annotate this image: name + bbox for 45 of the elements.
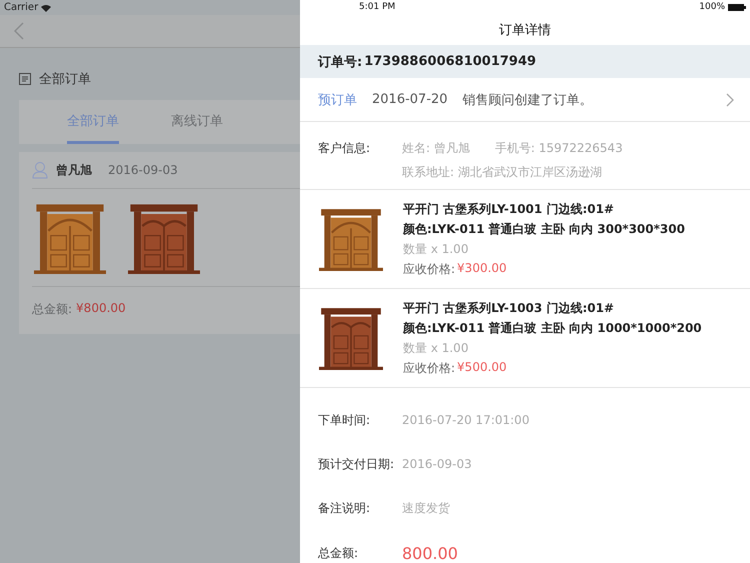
section-title: 全部订单 xyxy=(39,71,91,88)
battery-icon xyxy=(728,4,746,11)
battery-percent: 100% xyxy=(699,2,725,12)
customer-info-label: 客户信息: xyxy=(318,140,372,157)
price-label: 应收价格: xyxy=(403,360,456,377)
customer-name: 曾凡旭 xyxy=(56,162,92,178)
product-name: 平开门 古堡系列LY-1001 门边线:01# xyxy=(403,200,615,218)
total-amount: ¥800.00 xyxy=(76,301,126,317)
status-date: 2016-07-20 xyxy=(372,92,448,108)
order-number-label: 订单号: xyxy=(318,54,362,71)
order-tab[interactable]: 全部订单 xyxy=(67,100,119,144)
order-status-link[interactable]: 预订单 xyxy=(318,90,357,109)
customer-address: 联系地址: 湖北省武汉市江岸区汤逊湖 xyxy=(402,164,603,181)
price-label: 应收价格: xyxy=(403,260,456,278)
field-value: 速度发货 xyxy=(402,500,450,517)
field-value: 2016-09-03 xyxy=(402,457,472,472)
order-card[interactable]: 曾凡旭 2016-09-03 总金额: ¥800.00 xyxy=(19,152,300,334)
order-tab[interactable]: 离线订单 xyxy=(147,100,247,144)
chevron-right-icon[interactable] xyxy=(726,92,734,107)
user-icon xyxy=(32,161,48,179)
product-spec: 颜色:LYK-011 普通白玻 主卧 向内 300*300*300 xyxy=(403,220,685,238)
customer-name: 姓名: 曾凡旭 xyxy=(402,140,470,157)
price-value: ¥500.00 xyxy=(457,360,507,376)
field-value: 2016-07-20 17:01:00 xyxy=(402,413,530,428)
total-amount: 800.00 xyxy=(402,544,458,563)
total-label: 总金额: xyxy=(318,544,360,562)
order-date: 2016-09-03 xyxy=(108,163,178,177)
back-icon[interactable] xyxy=(14,22,24,40)
product-quantity: 数量 x 1.00 xyxy=(403,240,470,258)
status-message: 销售顾问创建了订单。 xyxy=(462,92,594,109)
product-spec: 颜色:LYK-011 普通白玻 主卧 向内 1000*1000*200 xyxy=(403,320,702,337)
wifi-icon xyxy=(41,4,52,12)
product-quantity: 数量 x 1.00 xyxy=(403,340,470,357)
order-number: 1739886006810017949 xyxy=(364,54,536,70)
customer-phone: 手机号: 15972226543 xyxy=(494,140,623,157)
product-name: 平开门 古堡系列LY-1003 门边线:01# xyxy=(403,300,615,317)
total-label: 总金额: xyxy=(32,301,72,318)
page-title: 订单详情 xyxy=(499,22,551,39)
list-icon xyxy=(19,73,31,85)
price-value: ¥300.00 xyxy=(457,260,507,277)
status-time: 5:01 PM xyxy=(359,2,396,12)
field-label: 下单时间: xyxy=(318,412,372,429)
field-label: 备注说明: xyxy=(318,500,372,517)
carrier-label: Carrier xyxy=(4,2,38,13)
field-label: 预计交付日期: xyxy=(318,456,396,473)
